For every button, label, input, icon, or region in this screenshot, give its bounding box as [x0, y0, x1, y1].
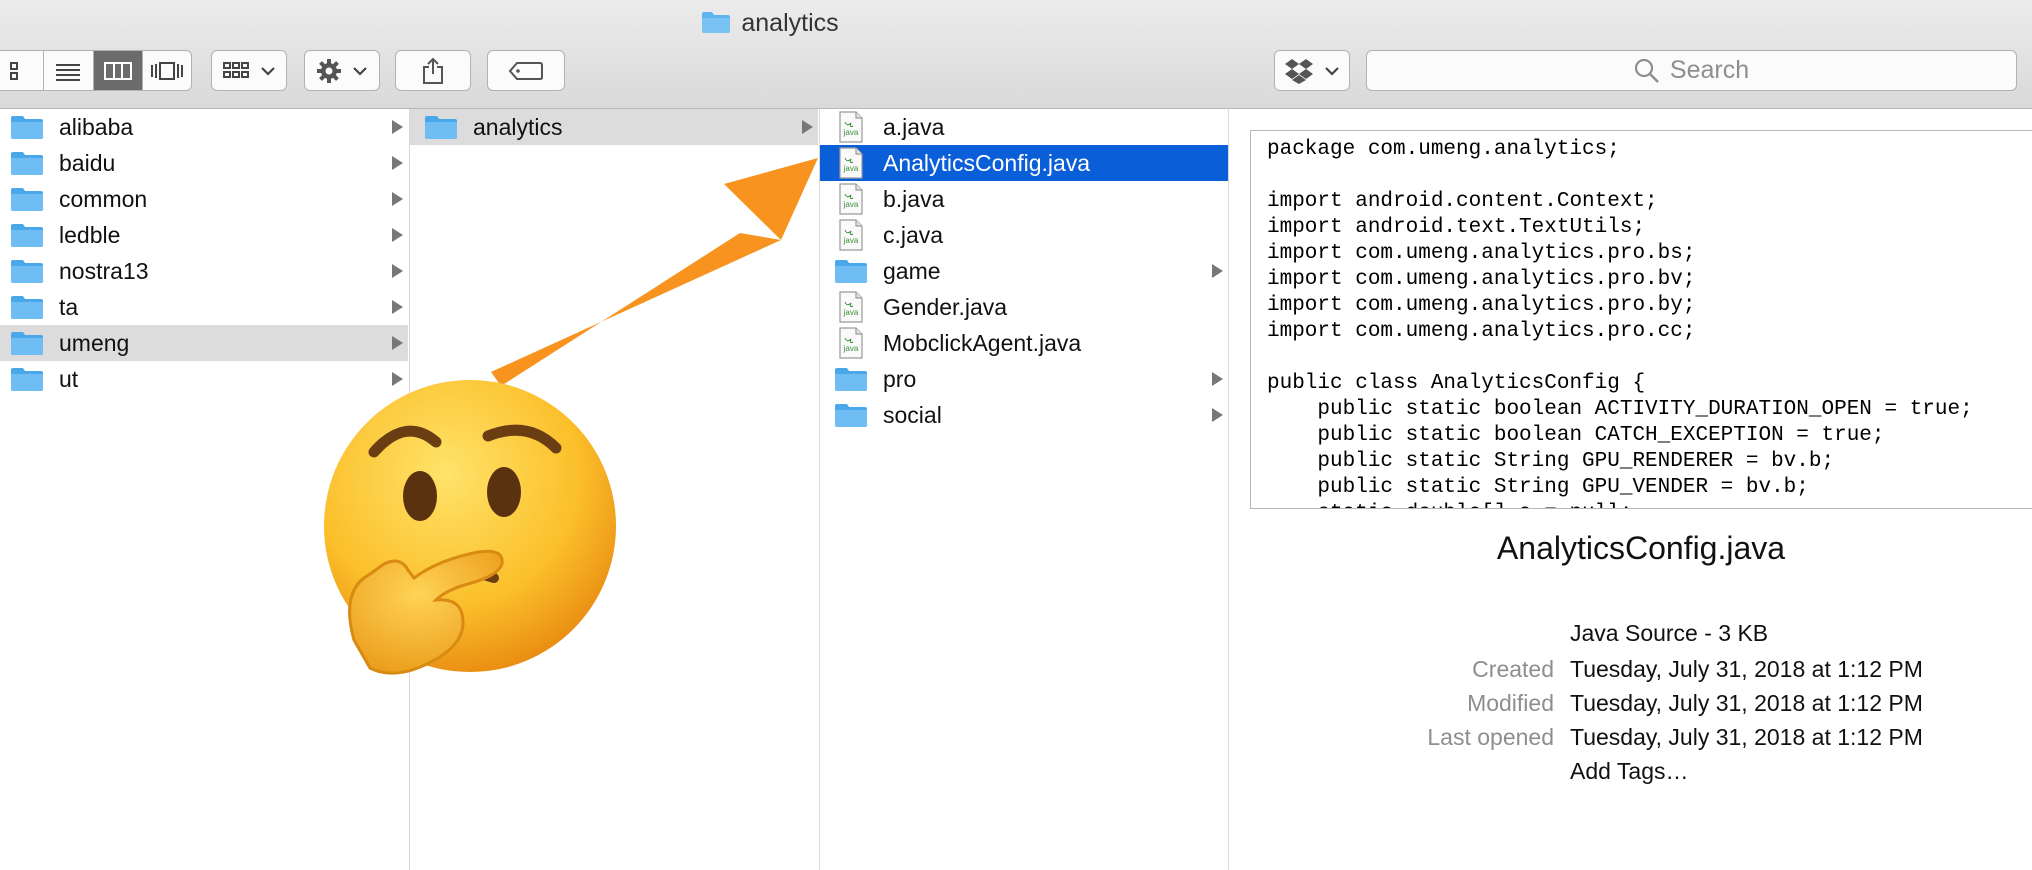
thinking-face-emoji — [324, 380, 616, 675]
orange-arrow — [491, 158, 818, 386]
